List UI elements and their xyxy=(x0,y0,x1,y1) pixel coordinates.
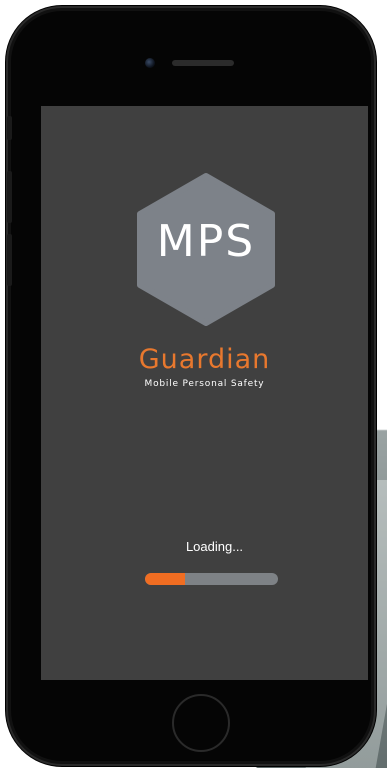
loading-label: Loading... xyxy=(185,539,244,554)
volume-down-button xyxy=(7,234,12,286)
phone-device: MPS Guardian Mobile Personal Safety Load… xyxy=(6,6,376,766)
stage: MPS Guardian Mobile Personal Safety Load… xyxy=(0,0,387,768)
logo-text: MPS xyxy=(156,216,256,267)
front-camera-icon xyxy=(145,58,155,68)
loading-progress-bar xyxy=(145,573,278,585)
brand-title: Guardian xyxy=(138,344,271,375)
app-screen: MPS Guardian Mobile Personal Safety Load… xyxy=(41,106,368,680)
volume-up-button xyxy=(7,171,12,223)
brand-subtitle: Mobile Personal Safety xyxy=(144,379,265,389)
home-button-icon[interactable] xyxy=(172,694,230,752)
earpiece-speaker xyxy=(172,60,234,66)
mute-switch xyxy=(7,116,12,140)
loading-progress-fill xyxy=(145,573,185,585)
